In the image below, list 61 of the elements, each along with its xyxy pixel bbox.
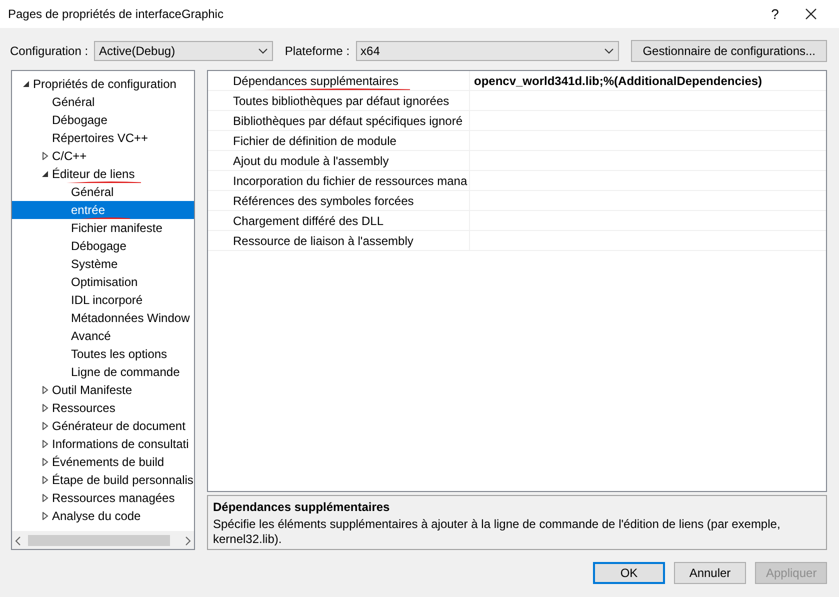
- tree-item[interactable]: Débogage: [12, 111, 194, 129]
- property-name[interactable]: Fichier de définition de module: [208, 131, 470, 150]
- description-title: Dépendances supplémentaires: [213, 500, 391, 514]
- collapsed-arrow-icon[interactable]: [41, 422, 49, 430]
- tree-item[interactable]: C/C++: [12, 147, 194, 165]
- expanded-arrow-icon[interactable]: [22, 80, 30, 88]
- window-title: Pages de propriétés de interfaceGraphic: [8, 7, 224, 21]
- tree-item[interactable]: Générateur de document: [12, 417, 194, 435]
- tree-item[interactable]: Outil Manifeste: [12, 381, 194, 399]
- property-name[interactable]: Dépendances supplémentaires: [208, 71, 470, 90]
- tree-item[interactable]: Avancé: [12, 327, 194, 345]
- tree-item[interactable]: Analyse du code: [12, 507, 194, 525]
- property-name[interactable]: Chargement différé des DLL: [208, 211, 470, 230]
- dialog-button[interactable]: Annuler: [674, 562, 746, 584]
- collapsed-arrow-icon[interactable]: [41, 404, 49, 412]
- configuration-dropdown[interactable]: Active(Debug): [94, 41, 273, 61]
- close-icon[interactable]: [805, 8, 817, 20]
- tree-item[interactable]: Répertoires VC++: [12, 129, 194, 147]
- collapsed-arrow-icon[interactable]: [41, 494, 49, 502]
- collapsed-arrow-icon[interactable]: [41, 386, 49, 394]
- tree-item[interactable]: Informations de consultati: [12, 435, 194, 453]
- collapsed-arrow-icon[interactable]: [41, 458, 49, 466]
- property-name[interactable]: Ressource de liaison à l'assembly: [208, 231, 470, 250]
- dialog-button[interactable]: OK: [593, 562, 665, 584]
- property-value[interactable]: opencv_world341d.lib;%(AdditionalDependencies): [470, 71, 762, 90]
- configuration-label: Configuration :: [10, 44, 88, 58]
- property-name[interactable]: Bibliothèques par défaut spécifiques ignoré: [208, 111, 470, 130]
- tree-item[interactable]: IDL incorporé: [12, 291, 194, 309]
- expanded-arrow-icon[interactable]: [41, 170, 49, 178]
- collapsed-arrow-icon[interactable]: [41, 440, 49, 448]
- tree-item[interactable]: Événements de build: [12, 453, 194, 471]
- tree-item[interactable]: Optimisation: [12, 273, 194, 291]
- collapsed-arrow-icon[interactable]: [41, 512, 49, 520]
- description-text: Spécifie les éléments supplémentaires à ajouter à la ligne de commande de l'édition de liens (par exemple, kernel32.lib).: [213, 517, 782, 547]
- configuration-manager-button[interactable]: Gestionnaire de configurations...: [631, 40, 827, 62]
- platform-dropdown[interactable]: x64: [356, 41, 620, 61]
- tree-item[interactable]: Ressources managées: [12, 489, 194, 507]
- tree-item[interactable]: Système: [12, 255, 194, 273]
- property-name[interactable]: Ajout du module à l'assembly: [208, 151, 470, 170]
- help-button[interactable]: ?: [755, 6, 795, 22]
- tree-item[interactable]: Général: [12, 183, 194, 201]
- tree-item[interactable]: Toutes les options: [12, 345, 194, 363]
- collapsed-arrow-icon[interactable]: [41, 152, 49, 160]
- tree-item[interactable]: Fichier manifeste: [12, 219, 194, 237]
- property-name[interactable]: Toutes bibliothèques par défaut ignorées: [208, 91, 470, 110]
- caret-icon: [604, 48, 614, 54]
- tree-item[interactable]: Métadonnées Window: [12, 309, 194, 327]
- property-name[interactable]: Incorporation du fichier de ressources mana: [208, 171, 470, 190]
- tree-item[interactable]: Ligne de commande: [12, 363, 194, 381]
- collapsed-arrow-icon[interactable]: [41, 476, 49, 484]
- horizontal-scrollbar[interactable]: [12, 531, 194, 549]
- tree-item[interactable]: Général: [12, 93, 194, 111]
- tree-item[interactable]: Propriétés de configuration: [12, 75, 194, 93]
- tree-item[interactable]: Ressources: [12, 399, 194, 417]
- tree-item[interactable]: entrée: [12, 201, 194, 219]
- tree-item[interactable]: Éditeur de liens: [12, 165, 194, 183]
- platform-label: Plateforme :: [284, 44, 350, 58]
- property-name[interactable]: Références des symboles forcées: [208, 191, 470, 210]
- tree-item[interactable]: Débogage: [12, 237, 194, 255]
- tree-item[interactable]: Étape de build personnalis: [12, 471, 194, 489]
- caret-icon: [258, 48, 268, 54]
